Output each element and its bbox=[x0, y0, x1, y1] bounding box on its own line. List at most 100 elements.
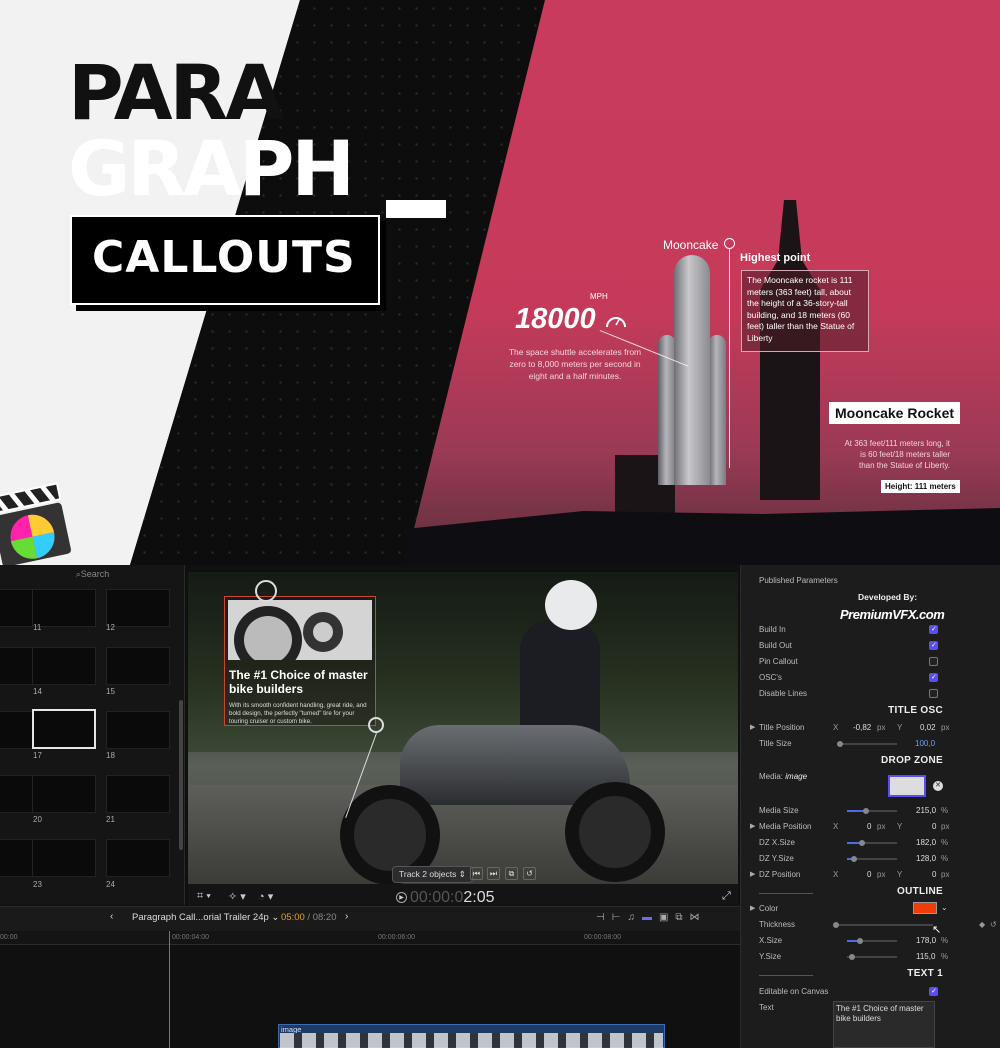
chevron-down-icon[interactable]: ⌄ bbox=[941, 903, 948, 912]
hero-title-line2: GRAPH bbox=[68, 124, 355, 213]
disclosure-triangle-icon[interactable]: ▶ bbox=[750, 904, 755, 912]
text-label: Text bbox=[759, 1003, 774, 1012]
browser-thumb[interactable] bbox=[32, 839, 96, 877]
dz-position-y[interactable]: 0 bbox=[932, 870, 936, 879]
cursor-pointer-icon: ↖ bbox=[932, 924, 942, 936]
ruler-tick: 00:00:04:00 bbox=[172, 934, 209, 941]
disclosure-triangle-icon[interactable]: ▶ bbox=[750, 822, 755, 830]
disable-lines-label: Disable Lines bbox=[759, 689, 808, 698]
clip-appearance-icon[interactable]: ▣ bbox=[659, 912, 675, 923]
dz-x-size-value[interactable]: 182,0 bbox=[916, 838, 936, 847]
build-out-checkbox[interactable] bbox=[929, 641, 938, 650]
callout-description[interactable]: With its smooth confident handling, grea… bbox=[229, 702, 374, 726]
browser-thumb[interactable] bbox=[106, 711, 170, 749]
x-size-slider[interactable] bbox=[847, 938, 897, 944]
dz-y-size-slider[interactable] bbox=[847, 856, 897, 862]
section-title-osc: TITLE OSC bbox=[888, 705, 943, 716]
browser-thumb[interactable] bbox=[0, 647, 34, 685]
highest-point-label: Highest point bbox=[740, 252, 811, 264]
dz-y-size-value[interactable]: 128,0 bbox=[916, 854, 936, 863]
thickness-label: Thickness bbox=[759, 920, 796, 929]
osc-handle-top[interactable] bbox=[255, 580, 277, 602]
crop-tool-icon[interactable]: ⌗ ▾ bbox=[197, 890, 211, 903]
back-arrow-icon[interactable]: ‹ bbox=[110, 911, 113, 922]
text-field[interactable]: The #1 Choice of master bike builders bbox=[833, 1001, 935, 1048]
magic-wand-icon[interactable]: ✧ ▾ bbox=[228, 890, 246, 903]
skimming-icon[interactable]: ⊢ bbox=[612, 912, 628, 923]
oscs-checkbox[interactable] bbox=[929, 673, 938, 682]
playhead[interactable] bbox=[169, 931, 170, 1048]
browser-thumb[interactable] bbox=[106, 775, 170, 813]
clear-media-icon[interactable]: ✕ bbox=[933, 781, 943, 791]
browser-thumb[interactable] bbox=[0, 711, 34, 749]
pin-callout-checkbox[interactable] bbox=[929, 657, 938, 666]
keyframe-icon[interactable]: ◆ bbox=[979, 920, 985, 929]
media-position-y[interactable]: 0 bbox=[932, 822, 936, 831]
unit-px: px bbox=[941, 870, 950, 879]
disable-lines-checkbox[interactable] bbox=[929, 689, 938, 698]
copy-button[interactable]: ⧉ bbox=[505, 867, 518, 880]
project-selector[interactable]: Paragraph Call...orial Trailer 24p ⌄ bbox=[132, 912, 279, 923]
browser-scrollbar[interactable] bbox=[179, 700, 183, 850]
title-position-label: Title Position bbox=[759, 723, 805, 732]
browser-thumb[interactable] bbox=[32, 775, 96, 813]
x-size-value[interactable]: 178,0 bbox=[916, 936, 936, 945]
browser-thumb[interactable] bbox=[0, 589, 34, 627]
title-position-y[interactable]: 0,02 bbox=[920, 723, 936, 732]
unit-px: px bbox=[877, 870, 886, 879]
track-objects-selector[interactable]: Track 2 objects ⇕ bbox=[392, 866, 473, 883]
time-total: 08:20 bbox=[312, 912, 337, 923]
fullscreen-icon[interactable]: ⤢ bbox=[722, 890, 731, 903]
osc-handle-pin[interactable] bbox=[368, 717, 384, 733]
close-timeline-icon[interactable]: ⋈ bbox=[690, 912, 707, 923]
thumb-number: 23 bbox=[33, 880, 42, 889]
title-size-slider[interactable] bbox=[837, 741, 897, 747]
reset-button[interactable]: ↺ bbox=[523, 867, 536, 880]
viewer-helmet bbox=[545, 580, 597, 630]
callout-title[interactable]: The #1 Choice of master bike builders bbox=[229, 668, 374, 696]
browser-thumb[interactable] bbox=[106, 589, 170, 627]
search-field[interactable]: ⌕Search bbox=[0, 569, 185, 585]
dz-position-x[interactable]: 0 bbox=[867, 870, 871, 879]
build-in-checkbox[interactable] bbox=[929, 625, 938, 634]
index-icon[interactable]: ⧉ bbox=[675, 912, 689, 923]
browser-thumb[interactable] bbox=[0, 775, 34, 813]
speed-tool-icon[interactable]: ◔ ▾ bbox=[258, 890, 273, 903]
browser-thumb[interactable] bbox=[32, 589, 96, 627]
browser-thumb[interactable] bbox=[32, 647, 96, 685]
media-well[interactable] bbox=[888, 775, 926, 797]
browser-thumb[interactable] bbox=[106, 839, 170, 877]
previous-object-button[interactable]: ⏮ bbox=[470, 867, 483, 880]
browser-thumb[interactable] bbox=[0, 839, 34, 877]
y-size-value[interactable]: 115,0 bbox=[916, 952, 935, 961]
callout-drop-zone-image[interactable] bbox=[228, 600, 372, 674]
browser-thumb[interactable] bbox=[106, 647, 170, 685]
color-swatch[interactable] bbox=[913, 902, 937, 914]
disclosure-triangle-icon[interactable]: ▶ bbox=[750, 723, 755, 731]
rocket-description: At 363 feet/111 meters long, it is 60 fe… bbox=[844, 439, 950, 470]
dz-y-size-label: DZ Y.Size bbox=[759, 854, 794, 863]
speed-unit: MPH bbox=[590, 292, 608, 301]
disclosure-triangle-icon[interactable]: ▶ bbox=[750, 870, 755, 878]
title-size-value[interactable]: 100,0 bbox=[915, 739, 935, 748]
thickness-slider[interactable] bbox=[833, 922, 933, 928]
dz-x-size-slider[interactable] bbox=[847, 840, 897, 846]
solo-icon[interactable]: ▬ bbox=[642, 912, 659, 923]
browser-thumb-selected[interactable] bbox=[32, 709, 96, 749]
editable-on-canvas-checkbox[interactable] bbox=[929, 987, 938, 996]
title-position-x[interactable]: -0,82 bbox=[853, 723, 871, 732]
y-size-slider[interactable] bbox=[847, 954, 897, 960]
media-position-x[interactable]: 0 bbox=[867, 822, 871, 831]
media-size-slider[interactable] bbox=[847, 808, 897, 814]
highest-point-text: The Mooncake rocket is 111 meters (363 f… bbox=[741, 270, 869, 352]
timeline-ruler[interactable] bbox=[0, 931, 740, 945]
media-size-value[interactable]: 215,0 bbox=[916, 806, 936, 815]
next-object-button[interactable]: ⏭ bbox=[487, 867, 500, 880]
build-out-label: Build Out bbox=[759, 641, 792, 650]
forward-arrow-icon[interactable]: › bbox=[345, 911, 348, 922]
play-button[interactable]: ▶ bbox=[396, 892, 407, 903]
reset-parameter-icon[interactable]: ↺ bbox=[990, 920, 997, 929]
audio-skimming-icon[interactable]: ♫ bbox=[627, 912, 642, 923]
snapping-icon[interactable]: ⊣ bbox=[596, 912, 612, 923]
ruler-tick: 00:00:06:00 bbox=[378, 934, 415, 941]
